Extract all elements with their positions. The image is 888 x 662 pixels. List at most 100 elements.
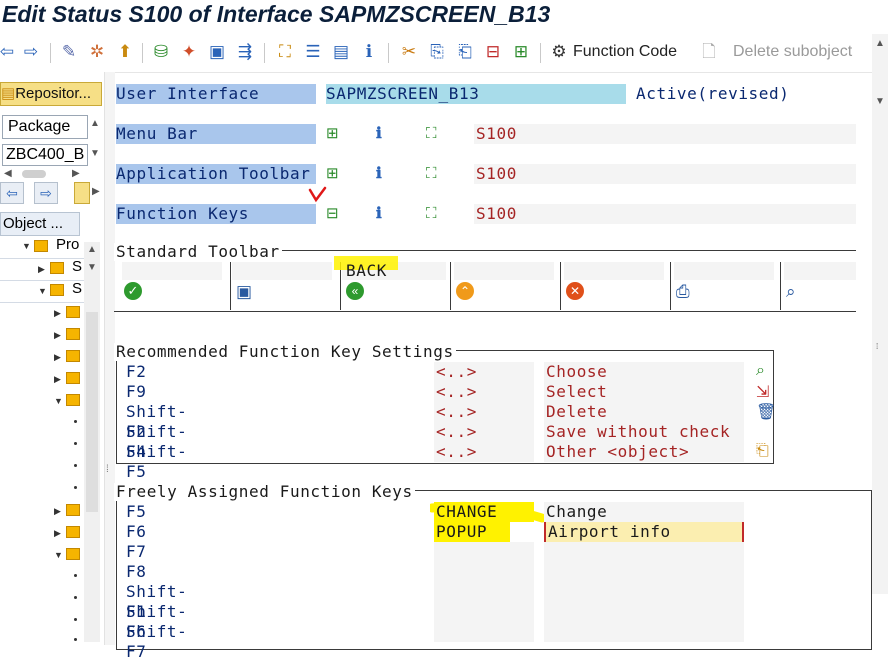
back-icon[interactable]: « [346,282,364,300]
where-used-icon[interactable]: ✦ [178,41,200,63]
cut-icon[interactable]: ✂ [398,41,420,63]
next-object-icon[interactable]: ⇨ [34,182,58,204]
hierarchy-icon[interactable]: ⛶ [426,124,437,144]
expand-icon[interactable]: ▼ [38,286,47,296]
function-code-cell[interactable]: <..> [434,382,534,402]
function-text-cell[interactable] [544,562,744,582]
display-menu-bar-icon[interactable]: ⊞ [326,124,339,144]
function-keys-label[interactable]: Function Keys [116,204,316,224]
std-code-input[interactable] [564,262,664,280]
menu-bar-label[interactable]: Menu Bar [116,124,316,144]
std-back-code-input[interactable]: BACK [334,256,446,280]
scroll-down-icon[interactable]: ▼ [87,262,97,273]
scroll-down-icon[interactable]: ▼ [875,96,885,107]
application-toolbar-value[interactable]: S100 [474,164,856,184]
delete-icon[interactable]: 🗑 [756,402,776,422]
display-toolbar-icon[interactable]: ⊞ [326,164,339,184]
function-code-button[interactable]: Function Code [573,43,677,61]
std-code-input[interactable] [454,262,554,280]
scroll-up-icon[interactable]: ▲ [875,38,885,49]
user-interface-value[interactable]: SAPMZSCREEN_B13 [326,84,626,104]
function-keys-value[interactable]: S100 [474,204,856,224]
copy-icon[interactable]: ⎘ [426,41,448,63]
function-code-icon[interactable]: ⚙ [548,41,570,63]
object-name-column-header[interactable]: Object ... [0,212,80,236]
scroll-left-icon[interactable]: ◀ [4,168,12,179]
function-text-cell[interactable]: Other <object> [544,442,744,462]
save-icon[interactable]: ▣ [236,282,252,302]
exit-icon[interactable]: ⌃ [456,282,474,300]
function-text-cell[interactable] [544,542,744,562]
delete-line-icon[interactable]: ⊟ [482,41,504,63]
collapse-icon[interactable]: ▶ [54,352,61,363]
function-text-cell[interactable] [544,602,744,622]
std-code-input[interactable] [232,262,332,280]
object-list-icon[interactable]: ⛁ [150,41,172,63]
object-list-toggle-icon[interactable] [74,182,90,204]
repository-browser-button[interactable]: ▤Repositor... [0,82,102,106]
cancel-icon[interactable]: ✕ [566,282,584,300]
function-code-cell[interactable]: <..> [434,422,534,442]
dropdown-icon[interactable]: ▼ [90,148,100,159]
function-code-cell[interactable] [434,542,534,562]
active-inactive-icon[interactable]: ✲ [86,41,108,63]
display-change-icon[interactable]: ✎ [58,41,80,63]
tree-node-label[interactable]: Pro [56,236,79,253]
function-text-cell[interactable]: Save without check [544,422,744,442]
collapse-icon[interactable]: ▶ [38,264,45,275]
align-icon[interactable]: ☰ [302,41,324,63]
function-text-cell[interactable]: Airport info [544,522,744,542]
hierarchy-icon[interactable]: ⛶ [426,164,437,184]
scroll-up-icon[interactable]: ▲ [87,244,97,255]
function-text-cell[interactable]: Select [544,382,744,402]
package-name-input[interactable]: ZBC400_B [2,144,88,166]
object-type-dropdown[interactable]: Package [2,115,88,139]
other-object-icon[interactable]: ⎗ [756,442,769,460]
more-icon[interactable]: ▶ [92,186,100,197]
function-code-cell[interactable] [434,582,534,602]
tree-node-label[interactable]: S [72,280,82,297]
previous-object-icon[interactable]: ⇦ [0,182,24,204]
function-code-cell[interactable]: <..> [434,362,534,382]
scroll-up-icon[interactable]: ▲ [90,118,100,129]
function-text-cell[interactable]: Change [544,502,744,522]
expand-icon[interactable]: ▼ [22,241,31,251]
main-scrollbar[interactable]: ▲ ▼ ⁞ [872,34,888,594]
info-icon[interactable]: ℹ [376,204,382,224]
delete-subobject-button[interactable]: Delete subobject [733,43,852,61]
navigator-scrollbar[interactable]: ▲ ▼ [84,242,100,642]
tree-node-label[interactable]: S [72,258,82,275]
horizontal-scroll-thumb[interactable] [22,170,46,178]
function-code-cell[interactable] [434,622,534,642]
expand-icon[interactable]: ▼ [54,550,63,560]
function-text-cell[interactable] [544,622,744,642]
print-icon[interactable]: ⎙ [676,282,690,302]
info-icon[interactable]: ℹ [358,41,380,63]
std-code-input[interactable] [784,262,856,280]
function-code-cell[interactable] [434,602,534,622]
splitter-grip-icon[interactable]: ⁞ [106,464,109,475]
back-arrow-icon[interactable]: ⇦ [0,41,18,63]
application-toolbar-label[interactable]: Application Toolbar [116,164,316,184]
insert-line-icon[interactable]: ⊞ [510,41,532,63]
function-code-cell[interactable]: <..> [434,402,534,422]
info-icon[interactable]: ℹ [376,164,382,184]
function-code-cell[interactable]: CHANGE [434,502,534,522]
find-icon[interactable]: ⌕ [786,282,796,302]
select-icon[interactable]: ⇲ [756,382,769,402]
collapse-icon[interactable]: ▶ [54,308,61,319]
hierarchy-icon[interactable]: ⛶ [426,204,437,224]
collapse-function-keys-icon[interactable]: ⊟ [326,204,339,224]
info-icon[interactable]: ℹ [376,124,382,144]
menu-bar-value[interactable]: S100 [474,124,856,144]
scroll-right-icon[interactable]: ▶ [72,168,80,179]
forward-arrow-icon[interactable]: ⇨ [20,41,42,63]
function-text-cell[interactable]: Choose [544,362,744,382]
hierarchy-icon[interactable]: ⛶ [274,41,296,63]
choose-icon[interactable]: ⌕ [756,362,765,380]
std-code-input[interactable] [674,262,774,280]
test-icon[interactable]: ▣ [206,41,228,63]
function-code-cell[interactable]: <..> [434,442,534,462]
collapse-icon[interactable]: ▶ [54,528,61,539]
std-code-input[interactable] [122,262,222,280]
